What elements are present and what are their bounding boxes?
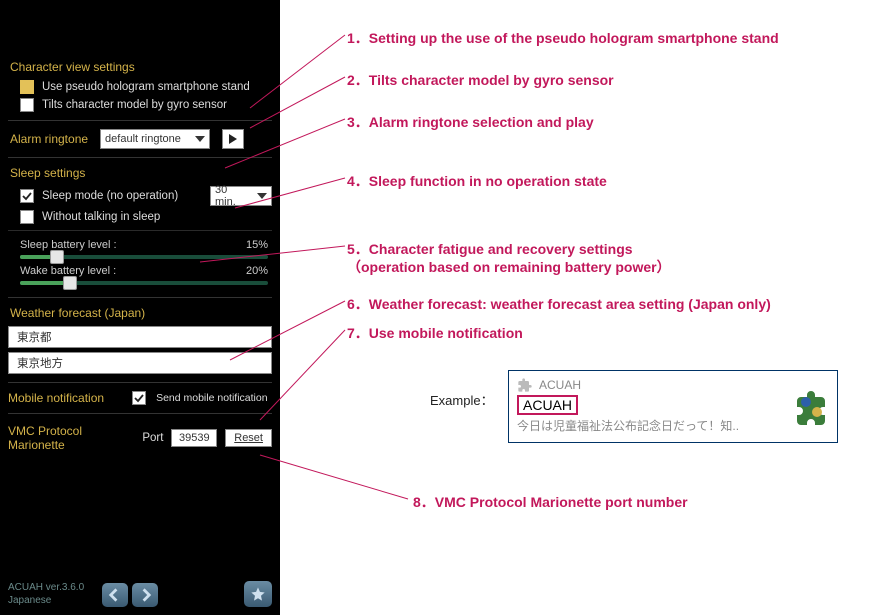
section-title-alarm: Alarm ringtone <box>10 132 88 146</box>
label-mobile-notif: Send mobile notification <box>156 392 268 404</box>
annotation-2: 2．Tilts character model by gyro sensor <box>347 70 614 90</box>
select-alarm-ringtone[interactable]: default ringtone <box>100 129 210 149</box>
select-sleep-duration-value: 30 min. <box>215 184 251 208</box>
slider-thumb[interactable] <box>50 250 64 264</box>
chevron-down-icon <box>195 136 205 142</box>
section-title-mobile-notif: Mobile notification <box>8 391 104 405</box>
example-label: Example： <box>430 390 494 409</box>
value-sleep-battery: 15% <box>246 239 268 251</box>
label-without-talking: Without talking in sleep <box>42 211 160 223</box>
select-weather-area-value: 東京地方 <box>17 355 63 371</box>
label-sleep-mode: Sleep mode (no operation) <box>42 190 178 202</box>
puzzle-icon <box>517 377 533 393</box>
favorite-button[interactable] <box>244 581 272 607</box>
annotation-4: 4．Sleep function in no operation state <box>347 171 607 191</box>
select-sleep-duration[interactable]: 30 min. <box>210 186 272 206</box>
slider-wake-battery[interactable]: Wake battery level : 20% <box>8 263 272 289</box>
nav-prev-button[interactable] <box>102 583 128 607</box>
row-tilt-gyro[interactable]: Tilts character model by gyro sensor <box>8 98 272 112</box>
checkbox-tilt-gyro[interactable] <box>20 98 34 112</box>
annotation-5a: 5．Character fatigue and recovery setting… <box>347 239 633 259</box>
version-label: ACUAH ver.3.6.0 Japanese <box>8 581 84 607</box>
phone-settings-panel: Character view settings Use pseudo holog… <box>0 0 280 615</box>
checkbox-without-talking[interactable] <box>20 210 34 224</box>
annotation-6: 6．Weather forecast: weather forecast are… <box>347 294 771 314</box>
play-button[interactable] <box>222 129 244 149</box>
row-use-hologram[interactable]: Use pseudo hologram smartphone stand <box>8 80 272 94</box>
label-use-hologram: Use pseudo hologram smartphone stand <box>42 81 250 93</box>
annotation-7: 7．Use mobile notification <box>347 323 523 343</box>
annotation-3: 3．Alarm ringtone selection and play <box>347 112 594 132</box>
section-title-weather: Weather forecast (Japan) <box>10 306 272 320</box>
slider-track[interactable] <box>20 281 268 285</box>
annotation-5b: （operation based on remaining battery po… <box>347 257 671 277</box>
notif-app-name: ACUAH <box>539 378 581 392</box>
section-title-sleep: Sleep settings <box>10 166 272 180</box>
notif-title: ACUAH <box>517 395 578 415</box>
row-sleep-mode[interactable]: Sleep mode (no operation) 30 min. <box>8 186 272 206</box>
select-alarm-value: default ringtone <box>105 133 181 145</box>
slider-thumb[interactable] <box>63 276 77 290</box>
checkbox-mobile-notif[interactable] <box>132 391 146 405</box>
section-title-vmc: VMC Protocol Marionette <box>8 424 130 452</box>
app-icon <box>793 389 829 425</box>
label-port: Port <box>142 432 163 444</box>
label-tilt-gyro: Tilts character model by gyro sensor <box>42 99 227 111</box>
play-icon <box>229 134 237 144</box>
select-weather-pref[interactable]: 東京都 <box>8 326 272 348</box>
notification-example: ACUAH ACUAH 今日は児童福祉法公布記念日だって！知.. <box>508 370 838 443</box>
value-wake-battery: 20% <box>246 265 268 277</box>
row-without-talking[interactable]: Without talking in sleep <box>8 210 272 224</box>
chevron-down-icon <box>257 193 267 199</box>
section-title-charview: Character view settings <box>10 60 272 74</box>
checkbox-sleep-mode[interactable] <box>20 189 34 203</box>
input-port[interactable]: 39539 <box>171 429 217 447</box>
slider-track[interactable] <box>20 255 268 259</box>
annotation-8: 8．VMC Protocol Marionette port number <box>413 492 688 512</box>
select-weather-area[interactable]: 東京地方 <box>8 352 272 374</box>
reset-button[interactable]: Reset <box>225 429 272 447</box>
checkbox-use-hologram[interactable] <box>20 80 34 94</box>
notif-body: 今日は児童福祉法公布記念日だって！知.. <box>517 417 829 434</box>
label-sleep-battery: Sleep battery level : <box>20 239 117 251</box>
nav-next-button[interactable] <box>132 583 158 607</box>
select-weather-pref-value: 東京都 <box>17 329 52 345</box>
slider-sleep-battery[interactable]: Sleep battery level : 15% <box>8 237 272 263</box>
annotation-1: 1．Setting up the use of the pseudo holog… <box>347 28 779 48</box>
